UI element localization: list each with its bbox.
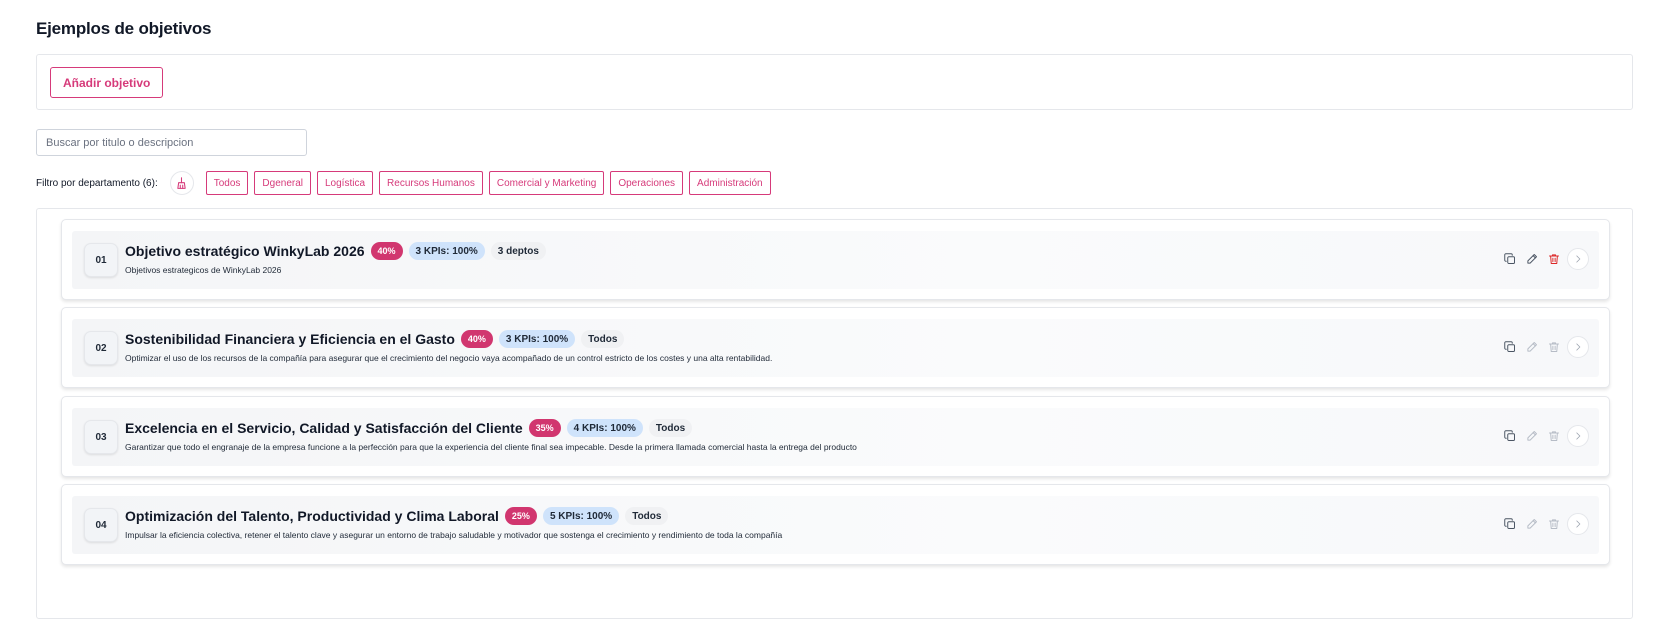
edit-button (1521, 425, 1543, 447)
objective-title: Sostenibilidad Financiera y Eficiencia e… (125, 331, 455, 347)
filter-chip[interactable]: Dgeneral (254, 171, 311, 195)
objective-header: Objetivo estratégico WinkyLab 2026 40% 3 K… (125, 242, 552, 260)
objective-number: 04 (84, 508, 118, 542)
objective-actions (1499, 513, 1589, 535)
toolbar-card: Añadir objetivo (36, 54, 1633, 110)
clear-filter-button[interactable] (169, 171, 194, 195)
department-badge: Todos (581, 330, 625, 348)
objectives-list: 01 Objetivo estratégico WinkyLab 2026 40% 3… (36, 208, 1633, 619)
copy-icon (1504, 253, 1516, 265)
percent-badge: 35% (528, 419, 561, 437)
objective-description: Impulsar la eficiencia colectiva, retene… (125, 530, 783, 540)
chevron-right-icon (1573, 254, 1583, 264)
percent-badge: 40% (460, 330, 493, 348)
broom-icon (177, 176, 186, 189)
filter-chip[interactable]: Logística (317, 171, 374, 195)
objective-row[interactable]: 02 Sostenibilidad Financiera y Eficiencia… (72, 319, 1599, 377)
copy-button[interactable] (1499, 425, 1521, 447)
objective-number: 03 (84, 420, 118, 454)
objective-number: 01 (84, 243, 118, 277)
percent-badge: 40% (370, 242, 403, 260)
filter-chips: Todos Dgeneral Logística Recursos Humanos Co… (200, 171, 771, 195)
objective-card[interactable]: 01 Objetivo estratégico WinkyLab 2026 40% 3… (61, 219, 1610, 300)
objective-title: Objetivo estratégico WinkyLab 2026 (125, 243, 365, 259)
objective-card[interactable]: 04 Optimización del Talento, Productivida… (61, 484, 1610, 565)
copy-icon (1504, 430, 1516, 442)
objective-actions (1499, 248, 1589, 270)
trash-icon (1548, 341, 1560, 353)
objective-description: Optimizar el uso de los recursos de la c… (125, 353, 773, 363)
copy-button[interactable] (1499, 248, 1521, 270)
objective-row[interactable]: 03 Excelencia en el Servicio, Calidad y S… (72, 408, 1599, 466)
kpi-badge: 4 KPIs: 100% (566, 419, 643, 437)
edit-button (1521, 513, 1543, 535)
trash-icon (1548, 518, 1560, 530)
kpi-badge: 3 KPIs: 100% (408, 242, 485, 260)
copy-button[interactable] (1499, 336, 1521, 358)
trash-icon (1548, 253, 1560, 265)
edit-icon (1526, 430, 1538, 442)
trash-icon (1548, 430, 1560, 442)
copy-icon (1504, 341, 1516, 353)
filter-chip[interactable]: Recursos Humanos (379, 171, 483, 195)
edit-icon (1526, 341, 1538, 353)
objective-number: 02 (84, 331, 118, 365)
kpi-badge: 5 KPIs: 100% (542, 507, 620, 525)
objective-actions (1499, 425, 1589, 447)
edit-icon (1526, 253, 1538, 265)
department-badge: Todos (648, 419, 693, 437)
objective-row[interactable]: 04 Optimización del Talento, Productivida… (72, 496, 1599, 554)
kpi-badge: 3 KPIs: 100% (498, 330, 576, 348)
percent-badge: 25% (504, 507, 537, 525)
department-filter: Filtro por departamento (6): Todos Dgener… (36, 170, 771, 196)
open-objective-button[interactable] (1567, 425, 1589, 447)
edit-icon (1526, 518, 1538, 530)
open-objective-button[interactable] (1567, 513, 1589, 535)
objective-card[interactable]: 02 Sostenibilidad Financiera y Eficiencia… (61, 307, 1610, 388)
department-badge: 3 deptos (490, 242, 546, 260)
open-objective-button[interactable] (1567, 248, 1589, 270)
trash-button (1543, 513, 1565, 535)
trash-button (1543, 336, 1565, 358)
copy-button[interactable] (1499, 513, 1521, 535)
filter-chip[interactable]: Operaciones (610, 171, 684, 195)
objective-title: Optimización del Talento, Productividad … (125, 508, 499, 524)
chevron-right-icon (1573, 431, 1583, 441)
add-objective-button[interactable]: Añadir objetivo (50, 67, 164, 98)
open-objective-button[interactable] (1567, 336, 1589, 358)
objective-actions (1499, 336, 1589, 358)
filter-chip[interactable]: Administración (689, 171, 771, 195)
edit-button (1521, 336, 1543, 358)
copy-icon (1504, 518, 1516, 530)
objective-header: Excelencia en el Servicio, Calidad y Sat… (125, 419, 698, 437)
chevron-right-icon (1573, 519, 1583, 529)
objective-description: Garantizar que todo el engranaje de la e… (125, 442, 857, 452)
objective-header: Optimización del Talento, Productividad … (125, 507, 674, 525)
filter-chip[interactable]: Todos (205, 171, 249, 195)
filter-chip[interactable]: Comercial y Marketing (488, 171, 605, 195)
edit-button[interactable] (1521, 248, 1543, 270)
filter-label: Filtro por departamento (6): (36, 177, 158, 189)
trash-button (1543, 425, 1565, 447)
search-input[interactable] (36, 129, 307, 156)
objective-header: Sostenibilidad Financiera y Eficiencia e… (125, 330, 630, 348)
objective-title: Excelencia en el Servicio, Calidad y Sat… (125, 420, 523, 436)
objective-row[interactable]: 01 Objetivo estratégico WinkyLab 2026 40% 3… (72, 231, 1599, 289)
department-badge: Todos (625, 507, 669, 525)
chevron-right-icon (1573, 342, 1583, 352)
page-title: Ejemplos de objetivos (36, 19, 212, 38)
objective-description: Objetivos estrategicos de WinkyLab 2026 (125, 265, 282, 275)
trash-button[interactable] (1543, 248, 1565, 270)
objective-card[interactable]: 03 Excelencia en el Servicio, Calidad y S… (61, 396, 1610, 477)
